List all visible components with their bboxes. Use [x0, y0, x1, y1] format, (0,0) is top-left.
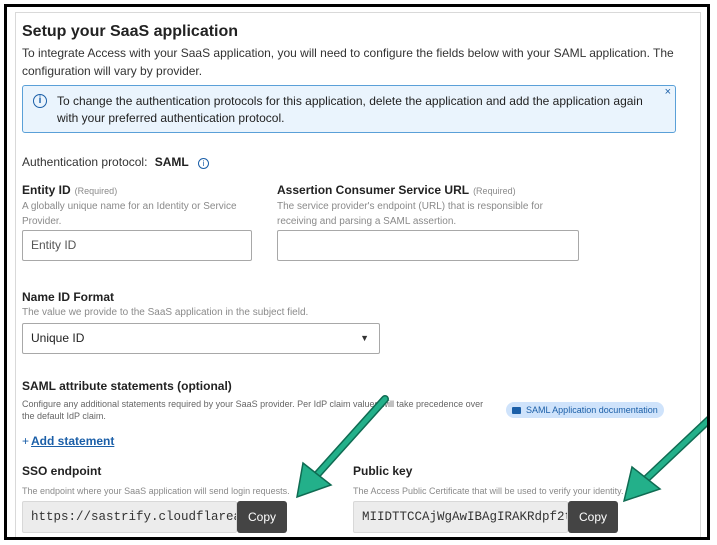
- intro-text: To integrate Access with your SaaS appli…: [22, 46, 674, 78]
- plus-icon: +: [22, 434, 30, 448]
- saml-doc-link-text: SAML Application documentation: [526, 405, 658, 415]
- sso-copy-button[interactable]: Copy: [237, 501, 287, 533]
- public-key-value: MIIDTTCCAjWgAwIBAgIRAKRdpf2t…: [353, 501, 568, 533]
- auth-protocol-row: Authentication protocol: SAML i: [22, 155, 210, 169]
- entity-id-label: Entity ID (Required): [22, 183, 117, 197]
- info-banner: i To change the authentication protocols…: [22, 85, 676, 133]
- entity-id-label-text: Entity ID: [22, 183, 71, 197]
- info-icon: i: [33, 94, 47, 108]
- saml-attrs-label: SAML attribute statements (optional): [22, 379, 232, 393]
- acs-url-input[interactable]: [277, 230, 579, 261]
- add-statement-label: Add statement: [31, 434, 115, 448]
- sso-endpoint-help: The endpoint where your SaaS application…: [22, 486, 290, 496]
- name-id-label: Name ID Format: [22, 290, 115, 304]
- info-icon[interactable]: i: [198, 158, 210, 169]
- add-statement-link[interactable]: + Add statement: [22, 434, 114, 448]
- entity-id-input[interactable]: Entity ID: [22, 230, 252, 261]
- page-title: Setup your SaaS application: [22, 23, 239, 40]
- auth-protocol-label: Authentication protocol:: [22, 155, 148, 169]
- auth-protocol-value: SAML: [154, 155, 189, 169]
- required-tag: (Required): [473, 186, 516, 196]
- acs-url-label-text: Assertion Consumer Service URL: [277, 183, 470, 197]
- public-key-copy-button[interactable]: Copy: [568, 501, 618, 533]
- saml-documentation-link[interactable]: SAML Application documentation: [506, 402, 664, 418]
- sso-endpoint-value: https://sastrify.cloudflarea…: [22, 501, 237, 533]
- saml-attrs-help: Configure any additional statements requ…: [22, 399, 484, 421]
- sso-endpoint-label: SSO endpoint: [22, 464, 102, 478]
- entity-id-placeholder: Entity ID: [31, 238, 77, 252]
- required-tag: (Required): [74, 186, 118, 196]
- acs-url-help: The service provider's endpoint (URL) th…: [277, 201, 543, 227]
- name-id-help: The value we provide to the SaaS applica…: [22, 307, 309, 318]
- info-banner-text: To change the authentication protocols f…: [57, 94, 643, 125]
- public-key-help: The Access Public Certificate that will …: [353, 486, 624, 496]
- screenshot-frame: Setup your SaaS application To integrate…: [4, 4, 710, 540]
- name-id-select[interactable]: Unique ID ▼: [22, 323, 380, 354]
- entity-id-help: A globally unique name for an Identity o…: [22, 201, 237, 227]
- public-key-label: Public key: [353, 464, 413, 478]
- close-icon[interactable]: ×: [665, 86, 671, 98]
- name-id-selected: Unique ID: [31, 331, 85, 345]
- book-icon: [512, 407, 521, 414]
- caret-down-icon: ▼: [360, 333, 369, 343]
- acs-url-label: Assertion Consumer Service URL (Required): [277, 183, 516, 197]
